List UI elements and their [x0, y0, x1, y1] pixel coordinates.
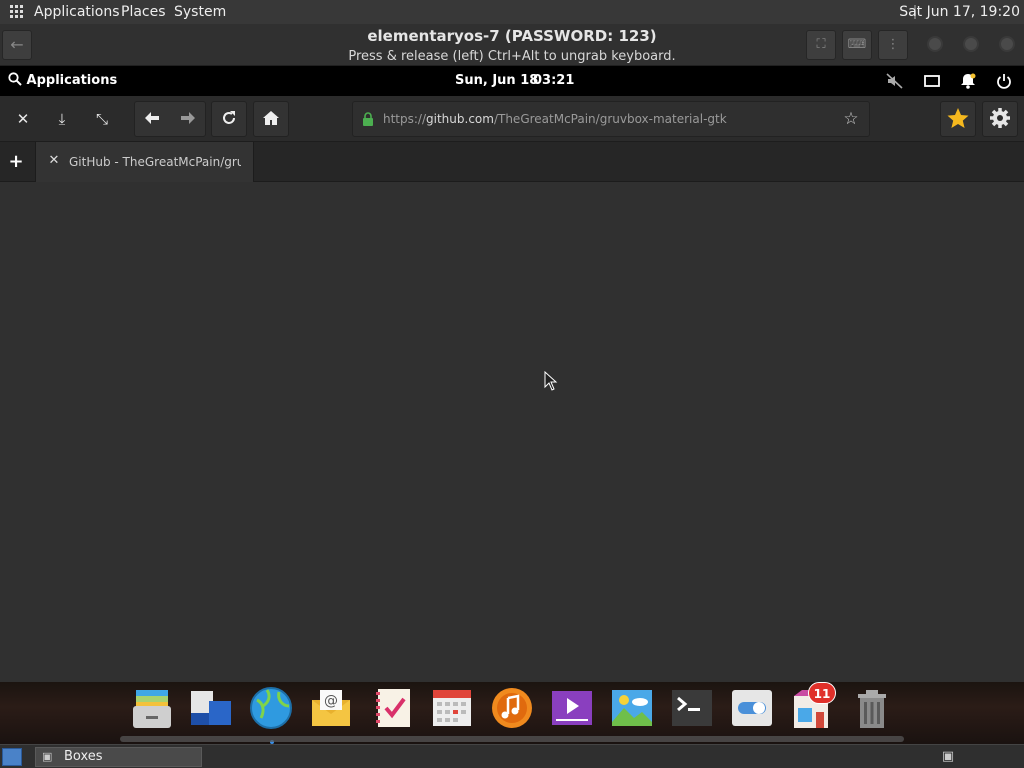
url-path: /TheGreatMcPain/gruvbox-material-gtk	[493, 112, 727, 126]
dock: @ 11	[0, 682, 1024, 744]
dock-scrollbar[interactable]	[120, 736, 904, 742]
dock-videos[interactable]	[550, 686, 594, 730]
download-button[interactable]: ⤓	[44, 101, 80, 137]
settings-button[interactable]	[982, 101, 1018, 137]
notification-badge: 11	[808, 682, 836, 704]
reload-icon	[223, 111, 235, 124]
host-taskbar: ▣ Boxes ▣	[0, 744, 1024, 768]
url-text[interactable]: https://github.com/TheGreatMcPain/gruvbo…	[383, 102, 727, 136]
notifications-icon[interactable]	[959, 72, 977, 90]
guest-top-panel: Applications Sun, Jun 18 03:21	[0, 66, 1024, 96]
guest-applications-label: Applications	[26, 73, 118, 88]
close-window-button[interactable]: ✕	[5, 101, 41, 137]
back-button[interactable]: ←	[2, 30, 32, 60]
dock-mail[interactable]: @	[309, 686, 353, 730]
forward-nav-button[interactable]	[170, 101, 206, 137]
browser-toolbar: ✕ ⤓ ⤡ https://github.com/TheGreatMcPain/…	[0, 96, 1024, 142]
host-top-panel: Applications Places System Sat Jun 17, 1…	[0, 0, 1024, 24]
bookmark-star-icon[interactable]: ☆	[841, 109, 861, 129]
display-icon[interactable]	[923, 72, 941, 90]
download-icon: ⤓	[58, 110, 66, 128]
arrow-left-icon: ←	[10, 35, 24, 54]
url-prefix: https://	[383, 112, 427, 126]
dock-system-settings[interactable]	[730, 686, 774, 730]
close-icon: ✕	[16, 110, 30, 128]
mouse-cursor-icon	[544, 371, 558, 391]
vm-title: elementaryos-7 (PASSWORD: 123)	[367, 27, 657, 45]
guest-date[interactable]: Sun, Jun 18	[455, 66, 538, 96]
gear-icon	[990, 108, 1010, 128]
dock-files[interactable]	[130, 686, 174, 730]
dock-trash[interactable]	[850, 686, 894, 730]
search-icon	[8, 72, 22, 86]
ungrab-hint: Press & release (left) Ctrl+Alt to ungra…	[348, 49, 676, 64]
dock-music[interactable]	[490, 686, 534, 730]
multitasking-view-icon	[191, 691, 231, 725]
fullscreen-icon: ⛶	[816, 37, 826, 52]
tab-github[interactable]: ✕ GitHub - TheGreatMcPain/gruvbox-materi…	[35, 142, 254, 182]
keyboard-icon: ⌨	[847, 37, 867, 52]
new-tab-button[interactable]: +	[6, 152, 26, 172]
workspace-switcher-icon[interactable]: ▣	[938, 748, 958, 766]
url-domain: github.com	[426, 112, 494, 126]
system-settings-icon	[732, 690, 772, 726]
taskbar-item-label: Boxes	[64, 749, 103, 764]
app-grid-icon[interactable]	[10, 5, 24, 19]
trash-icon	[858, 690, 886, 728]
guest-time[interactable]: 03:21	[533, 66, 574, 96]
back-nav-button[interactable]	[134, 101, 170, 137]
photos-icon	[612, 690, 652, 726]
reload-button[interactable]	[211, 101, 247, 137]
web-browser-icon	[250, 687, 292, 729]
plus-icon: +	[8, 151, 24, 172]
guest-applications-menu[interactable]: Applications	[8, 66, 117, 96]
host-menu-places[interactable]: Places	[121, 0, 166, 24]
lock-icon	[363, 112, 373, 126]
tasks-icon	[376, 689, 410, 727]
unmaximize-icon: ⤡	[95, 110, 108, 128]
show-desktop-button[interactable]	[2, 748, 22, 766]
files-icon	[133, 690, 171, 728]
boxes-header-bar: ← elementaryos-7 (PASSWORD: 123) Press &…	[0, 24, 1024, 66]
volume-muted-icon[interactable]	[886, 72, 904, 90]
boxes-app-icon: ▣	[42, 750, 53, 763]
tab-title: GitHub - TheGreatMcPain/gruvbox-material…	[69, 155, 241, 169]
music-icon	[492, 688, 532, 728]
web-content-area[interactable]	[0, 182, 1024, 682]
arrow-right-icon	[181, 112, 195, 124]
videos-icon	[552, 691, 592, 725]
fullscreen-button[interactable]: ⛶	[806, 30, 836, 60]
host-menu-system[interactable]: System	[174, 0, 226, 24]
minimize-button[interactable]	[927, 36, 943, 52]
calendar-icon	[433, 690, 471, 726]
tab-close-icon[interactable]: ✕	[46, 153, 62, 169]
host-menu-applications[interactable]: Applications	[34, 0, 120, 24]
taskbar-item-boxes[interactable]: ▣ Boxes	[35, 747, 202, 767]
url-bar[interactable]: https://github.com/TheGreatMcPain/gruvbo…	[352, 101, 870, 137]
restore-button[interactable]: ⤡	[84, 101, 120, 137]
svg-text:@: @	[324, 693, 338, 709]
keyboard-button[interactable]: ⌨	[842, 30, 872, 60]
host-clock[interactable]: Sat Jun 17, 19:20	[889, 0, 1024, 24]
dock-terminal[interactable]	[670, 686, 714, 730]
bookmarks-button[interactable]	[940, 101, 976, 137]
tab-bar: + ✕ GitHub - TheGreatMcPain/gruvbox-mate…	[0, 142, 1024, 182]
dock-photos[interactable]	[610, 686, 654, 730]
terminal-icon	[672, 690, 712, 726]
dock-multitasking[interactable]	[189, 686, 233, 730]
mail-icon: @	[312, 690, 350, 726]
maximize-button[interactable]	[963, 36, 979, 52]
dock-tasks[interactable]	[372, 686, 416, 730]
close-button[interactable]	[999, 36, 1015, 52]
dock-appcenter[interactable]: 11	[790, 682, 836, 730]
home-button[interactable]	[253, 101, 289, 137]
dock-calendar[interactable]	[430, 686, 474, 730]
home-icon	[263, 111, 279, 125]
star-filled-icon	[947, 108, 969, 128]
power-icon[interactable]	[995, 72, 1013, 90]
more-vertical-icon: ⋮	[886, 37, 900, 52]
arrow-left-icon	[145, 112, 159, 124]
dock-web-browser[interactable]	[249, 686, 293, 730]
menu-button[interactable]: ⋮	[878, 30, 908, 60]
